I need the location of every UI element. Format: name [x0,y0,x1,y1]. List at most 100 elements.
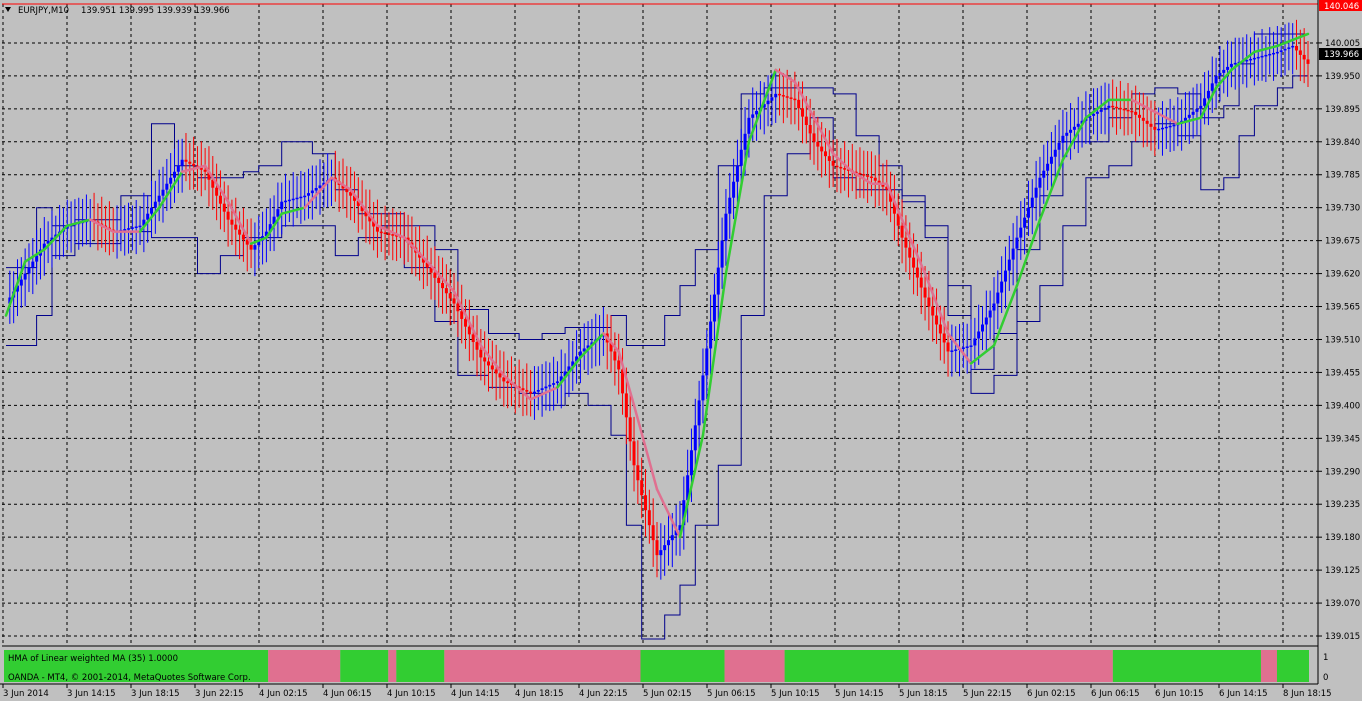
bear-bar-body [900,225,904,238]
price-tick-label: 139.840 [1325,138,1360,148]
price-chart[interactable]: 140.005 139.950 139.895 139.840 139.785 139.7… [0,0,1362,701]
bear-bar-body [873,177,877,181]
bull-bar-body [743,133,747,150]
time-tick-label: 5 Jun 06:15 [707,689,756,699]
bear-bar-body [188,161,192,164]
bear-bar-body [1141,117,1145,121]
time-tick-label: 4 Jun 14:15 [451,689,500,699]
bear-bar-body [192,163,196,166]
bull-bar-body [1095,111,1099,114]
bear-bar-body [789,97,793,99]
bear-bar-body [437,277,441,283]
bull-bar-body [1072,126,1076,130]
bull-bar-body [1229,63,1233,67]
bull-bar-body [1168,125,1172,128]
bear-bar-body [938,324,942,334]
bull-bar-body [1007,259,1011,271]
price-tick-label: 139.070 [1325,599,1360,609]
bull-bar-body [169,177,173,184]
bull-bar-body [138,225,142,228]
bear-bar-body [793,98,797,101]
bull-bar-body [287,199,291,202]
bear-bar-body [1295,45,1299,51]
bear-bar-body [912,257,916,268]
copyright-text: OANDA - MT4, © 2001-2014, MetaQuotes Sof… [8,673,251,683]
bull-bar-body [1268,53,1272,56]
bull-bar-body [981,324,984,332]
bear-bar-body [816,141,820,147]
time-tick-label: 4 Jun 22:15 [579,689,628,699]
bull-bar-body [1287,47,1291,49]
bear-bar-body [1111,105,1115,108]
bull-bar-body [1003,270,1007,282]
bear-bar-body [464,318,468,327]
bear-bar-body [808,125,812,134]
indicator-segment-down [724,650,785,682]
bear-bar-body [1149,123,1153,127]
bull-bar-body [1199,105,1203,109]
bull-bar-body [1069,129,1073,133]
bear-bar-body [866,175,870,177]
time-tick-label: 3 Jun 22:15 [195,689,244,699]
bear-bar-body [858,172,862,175]
bull-bar-body [150,207,154,214]
indicator-segment-up [1112,650,1261,682]
bull-bar-body [1210,83,1214,91]
bull-bar-body [1214,75,1218,84]
bear-bar-body [613,351,617,361]
bull-bar-body [1061,135,1065,143]
bull-bar-body [23,273,27,280]
bull-bar-body [950,350,954,352]
bear-bar-body [525,389,529,392]
bull-bar-body [307,193,311,196]
bear-bar-body [804,116,808,126]
current-price-label: 139.966 [1324,50,1359,60]
indicator-segment-down [908,650,1113,682]
bull-bar-body [1272,52,1276,55]
time-tick-label: 5 Jun 02:15 [643,689,692,699]
bear-bar-body [1115,106,1119,109]
bear-bar-body [919,277,923,288]
bear-bar-body [931,306,935,316]
bull-bar-body [555,381,559,384]
bear-bar-body [1306,59,1310,64]
bear-bar-body [383,232,387,235]
price-tick-label: 139.620 [1325,270,1360,280]
bear-bar-body [234,224,238,230]
bear-bar-body [471,334,475,343]
bull-bar-body [735,165,739,182]
bear-bar-body [230,219,234,225]
bull-bar-body [1218,72,1222,76]
indicator-segment-down [268,650,341,682]
bull-bar-body [766,100,770,105]
bear-bar-body [908,247,912,258]
bull-bar-body [1160,127,1164,130]
bear-bar-body [249,244,253,250]
bull-bar-body [965,346,969,348]
bull-bar-body [1034,187,1038,198]
bull-bar-body [1203,98,1207,106]
bear-bar-body [1134,111,1138,115]
indicator-segment-down [1260,650,1277,682]
bear-bar-body [490,365,494,370]
bull-bar-body [1065,132,1069,136]
bull-bar-body [1279,50,1283,52]
time-tick-label: 6 Jun 14:15 [1219,689,1268,699]
bull-bar-body [299,196,303,199]
bull-bar-body [1291,45,1295,48]
indicator-axis-bottom: 0 [1323,673,1328,683]
bear-bar-body [801,108,805,117]
bear-bar-body [184,159,188,162]
bull-bar-body [689,450,693,476]
bull-bar-body [19,279,23,286]
bull-bar-body [728,197,732,214]
price-tick-label: 139.565 [1325,303,1360,313]
bull-bar-body [1042,170,1046,178]
bear-bar-body [1130,110,1134,113]
bull-bar-body [1164,126,1168,129]
bear-bar-body [835,165,839,168]
indicator-label: HMA of Linear weighted MA (35) 1.0000 [8,654,178,664]
bear-bar-body [831,160,835,166]
bull-bar-body [1275,51,1279,54]
price-tick-label: 139.180 [1325,533,1360,543]
